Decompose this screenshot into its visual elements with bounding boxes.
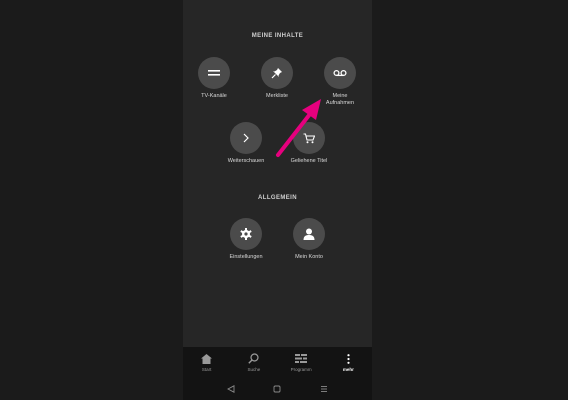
tab-label: Programm: [290, 366, 312, 372]
tab-label: Start: [201, 366, 212, 372]
tile-tv-channels[interactable]: TV-Kanäle: [184, 57, 244, 100]
recent-apps-icon[interactable]: [320, 380, 328, 398]
tab-label: mehr: [342, 366, 354, 372]
bottom-tab-bar: Start Suche Programm mehr: [183, 347, 372, 377]
tile-label: Meine Aufnahmen: [325, 93, 355, 106]
system-navigation-bar: [183, 377, 372, 400]
tile-continue-watching[interactable]: Weiterschauen: [216, 122, 276, 165]
back-icon[interactable]: [227, 380, 235, 398]
tile-label: TV-Kanäle: [201, 93, 227, 99]
tab-label: Suche: [247, 366, 261, 372]
app-screen: MEINE INHALTE TV-Kanäle Merkliste Meine …: [183, 0, 372, 400]
tile-my-recordings[interactable]: Meine Aufnahmen: [310, 57, 370, 107]
gear-icon: [230, 218, 262, 250]
section-title-general: ALLGEMEIN: [258, 195, 297, 201]
tab-start[interactable]: Start: [187, 353, 227, 372]
more-menu: MEINE INHALTE TV-Kanäle Merkliste Meine …: [183, 0, 372, 347]
tile-rented-titles[interactable]: Geliehene Titel: [279, 122, 339, 165]
equals-icon: [198, 57, 230, 89]
pin-icon: [261, 57, 293, 89]
tile-my-account[interactable]: Mein Konto: [279, 218, 339, 261]
tile-settings[interactable]: Einstellungen: [216, 218, 276, 261]
section-title-content: MEINE INHALTE: [251, 33, 304, 39]
grid-icon: [281, 353, 321, 365]
home-button-icon[interactable]: [273, 380, 281, 398]
voicemail-icon: [324, 57, 356, 89]
home-icon: [187, 353, 227, 365]
chevron-right-icon: [230, 122, 262, 154]
cart-icon: [293, 122, 325, 154]
search-icon: [234, 353, 274, 365]
tab-program[interactable]: Programm: [281, 353, 321, 372]
tile-watchlist[interactable]: Merkliste: [247, 57, 307, 100]
tile-label: Merkliste: [265, 93, 288, 99]
more-vertical-icon: [328, 353, 368, 365]
tile-label: Weiterschauen: [227, 158, 265, 164]
tile-label: Geliehene Titel: [290, 158, 328, 164]
person-icon: [293, 218, 325, 250]
tile-label: Mein Konto: [295, 254, 323, 260]
tab-more[interactable]: mehr: [328, 353, 368, 372]
tile-label: Einstellungen: [229, 254, 263, 260]
tab-search[interactable]: Suche: [234, 353, 274, 372]
